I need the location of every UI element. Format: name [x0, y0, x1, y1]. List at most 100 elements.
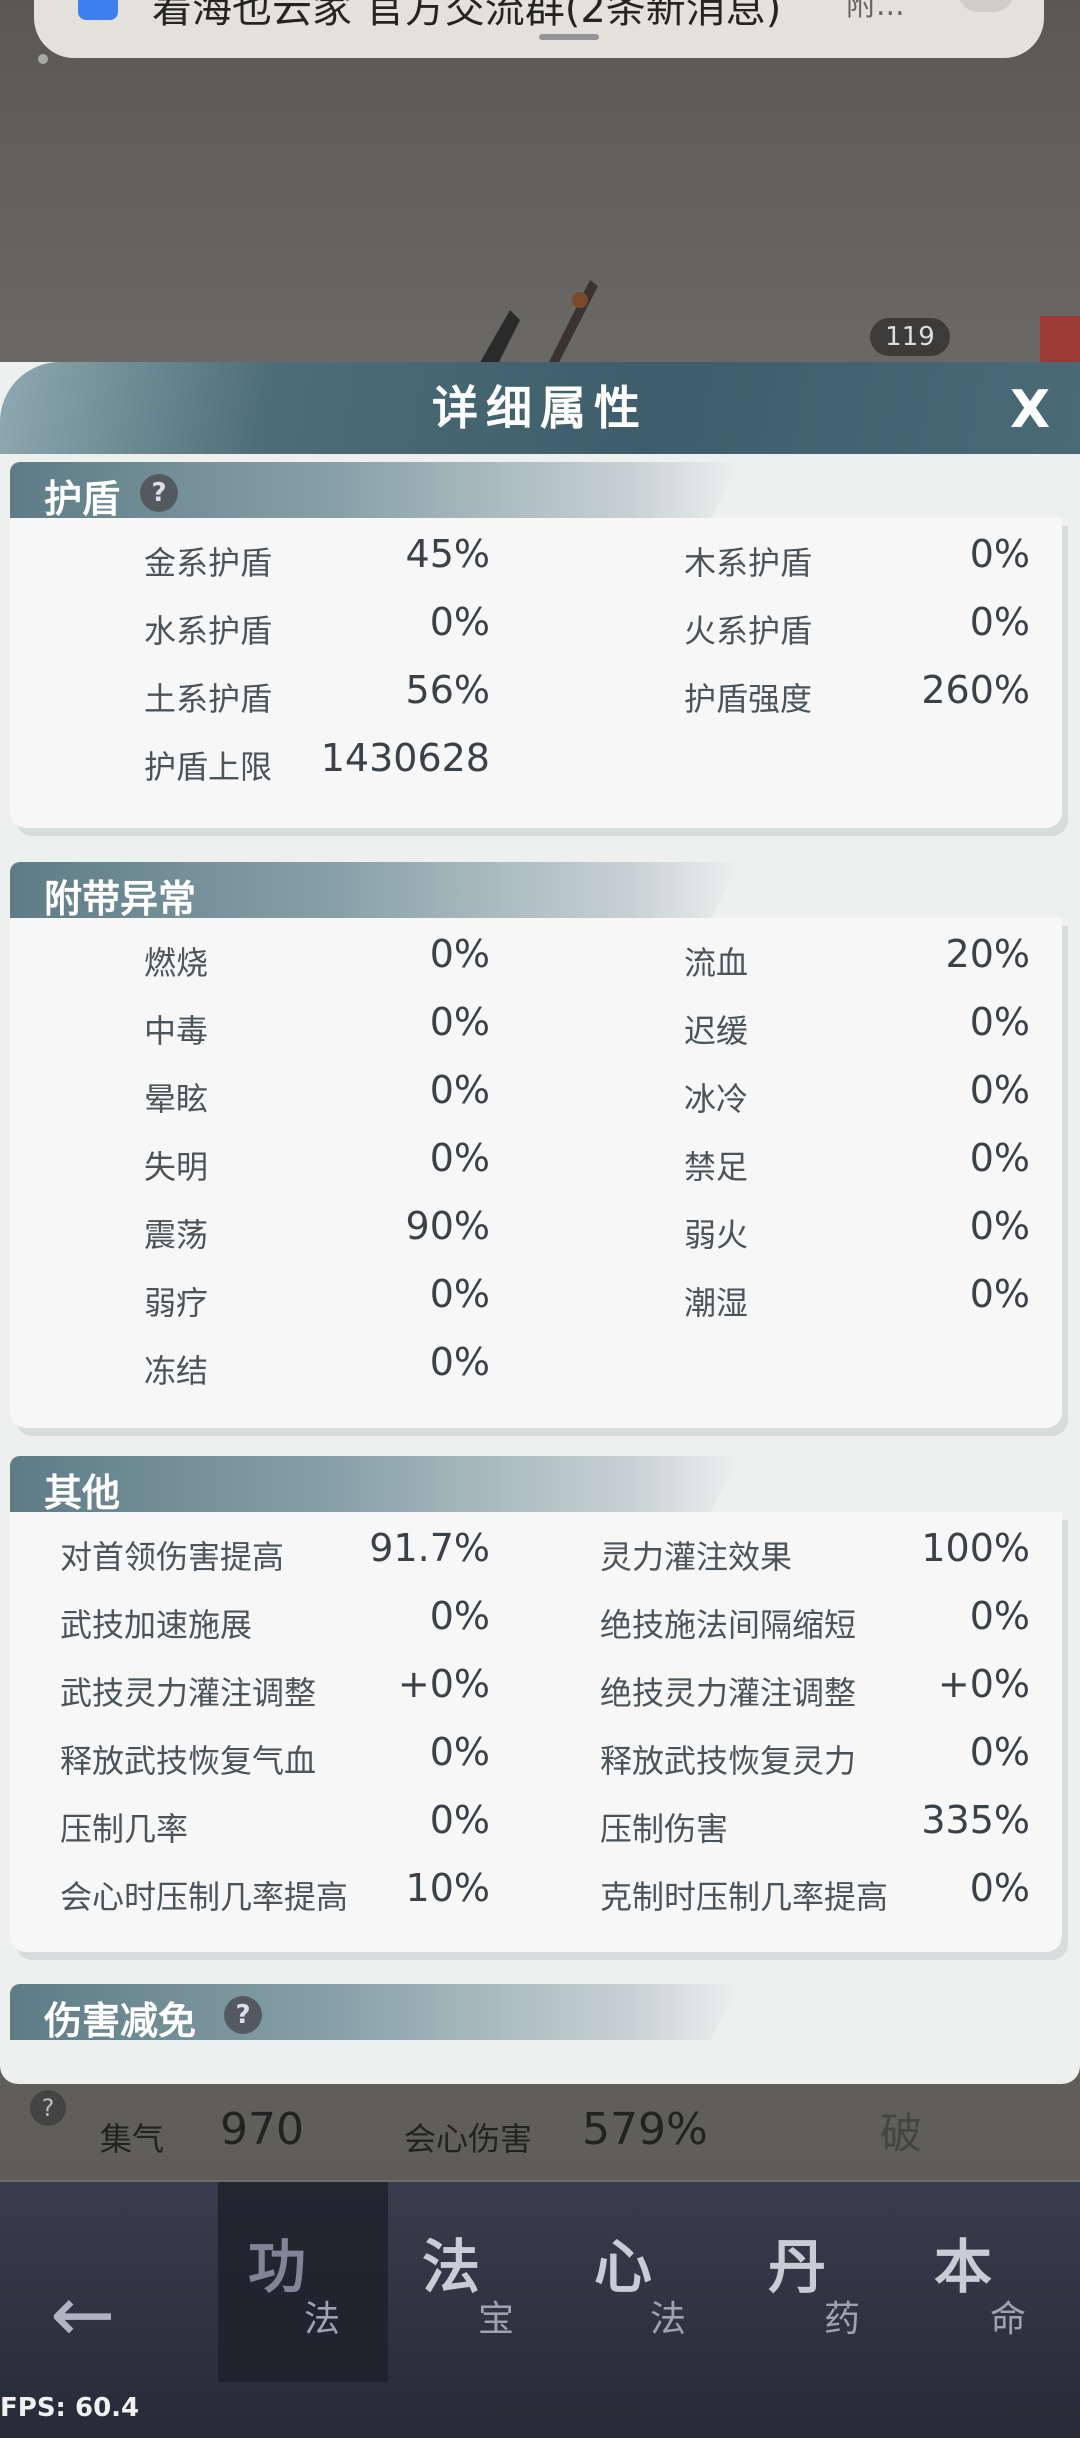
attr-label: 潮湿: [684, 1284, 749, 1322]
attr-value: +0%: [937, 1662, 1030, 1706]
section-body: 金系护盾 45% 木系护盾 0% 水系护盾 0% 火系护盾 0% 土系护盾 56…: [10, 518, 1062, 828]
stat-value-qi: 970: [220, 2104, 304, 2155]
tab-danyao[interactable]: 丹 药: [738, 2182, 908, 2382]
panel-header: 详细属性 X: [0, 362, 1080, 454]
attr-label: 冰冷: [684, 1080, 749, 1118]
attr-label: 迟缓: [684, 1012, 749, 1050]
attr-label: 失明: [144, 1148, 209, 1186]
detail-attributes-panel: 详细属性 X 护盾 ? 金系护盾 45% 木系护盾 0% 水系护盾 0% 火系护…: [0, 362, 1080, 2084]
attr-label: 对首领伤害提高: [60, 1538, 285, 1576]
section-title: 附带异常: [44, 877, 197, 921]
notification-banner[interactable]: 着海也云家 官方交流群(2条新消息) 附...: [34, 0, 1044, 58]
attr-value: 91.7%: [369, 1526, 490, 1570]
stats-peek: ? 集气 970 会心伤害 579% 破: [0, 2070, 1080, 2190]
stat-label-crit-damage: 会心伤害: [404, 2120, 533, 2158]
attr-label: 护盾上限: [144, 748, 273, 786]
stat-label-qi: 集气: [100, 2120, 165, 2158]
tab-gongfa[interactable]: 功 法: [218, 2182, 388, 2382]
attr-label: 金系护盾: [144, 544, 273, 582]
attr-label: 灵力灌注效果: [600, 1538, 793, 1576]
attr-label: 绝技灵力灌注调整: [600, 1674, 857, 1712]
tab-benming[interactable]: 本 命: [904, 2182, 1074, 2382]
help-icon[interactable]: ?: [140, 474, 178, 512]
attr-value: 100%: [921, 1526, 1030, 1570]
level-counter: 119: [870, 318, 950, 356]
attr-value: 0%: [429, 1340, 490, 1384]
section-title: 护盾: [44, 477, 121, 521]
qq-app-icon: [78, 0, 118, 20]
tab-fabao[interactable]: 法 宝: [392, 2182, 562, 2382]
attr-value: 0%: [429, 1136, 490, 1180]
tab-gongfa-small: 法: [304, 2299, 341, 2340]
attr-value: 0%: [429, 1730, 490, 1774]
tab-benming-small: 命: [990, 2299, 1027, 2340]
help-icon[interactable]: ?: [30, 2090, 66, 2126]
tab-xinfa-small: 法: [650, 2299, 687, 2340]
attr-value: 0%: [969, 600, 1030, 644]
attr-value: 0%: [969, 1136, 1030, 1180]
attr-label: 绝技施法间隔缩短: [600, 1606, 857, 1644]
attr-value: 0%: [429, 1798, 490, 1842]
attr-value: 0%: [429, 600, 490, 644]
tab-benming-big: 本: [934, 2233, 993, 2301]
attr-value: 0%: [969, 1594, 1030, 1638]
attr-label: 流血: [684, 944, 749, 982]
close-button[interactable]: X: [1010, 380, 1050, 440]
attr-label: 弱疗: [144, 1284, 209, 1322]
fps-counter: FPS: 60.4: [0, 2393, 140, 2423]
tab-fabao-big: 法: [422, 2233, 481, 2301]
attr-label: 火系护盾: [684, 612, 813, 650]
attr-label: 武技灵力灌注调整: [60, 1674, 317, 1712]
attr-label: 释放武技恢复灵力: [600, 1742, 857, 1780]
attr-label: 护盾强度: [684, 680, 813, 718]
tab-danyao-big: 丹: [768, 2233, 827, 2301]
section-body: 对首领伤害提高 91.7% 灵力灌注效果 100% 武技加速施展 0% 绝技施法…: [10, 1512, 1062, 1952]
notification-more: 附...: [846, 0, 905, 23]
section-title: 其他: [44, 1471, 121, 1515]
attr-label: 冻结: [144, 1352, 209, 1390]
tab-fabao-small: 宝: [478, 2299, 515, 2340]
attr-value: 0%: [969, 1866, 1030, 1910]
attr-label: 武技加速施展: [60, 1606, 253, 1644]
notification-handle[interactable]: [539, 34, 599, 40]
attr-value: 0%: [429, 1272, 490, 1316]
attr-value: +0%: [397, 1662, 490, 1706]
section-title: 伤害减免: [44, 1999, 197, 2043]
attr-value: 0%: [429, 1594, 490, 1638]
attr-value: 90%: [405, 1204, 490, 1248]
stat-value-crit-damage: 579%: [582, 2104, 708, 2155]
attr-value: 1430628: [320, 736, 490, 780]
back-arrow-icon[interactable]: ←: [50, 2270, 115, 2360]
attr-value: 45%: [405, 532, 490, 576]
attr-label: 会心时压制几率提高: [60, 1878, 349, 1916]
attr-label: 木系护盾: [684, 544, 813, 582]
attr-value: 56%: [405, 668, 490, 712]
attr-label: 水系护盾: [144, 612, 273, 650]
attr-value: 0%: [969, 1068, 1030, 1112]
attr-label: 弱火: [684, 1216, 749, 1254]
attr-value: 0%: [969, 1000, 1030, 1044]
attr-label: 晕眩: [144, 1080, 209, 1118]
attr-label: 震荡: [144, 1216, 209, 1254]
attr-label: 土系护盾: [144, 680, 273, 718]
attr-value: 20%: [945, 932, 1030, 976]
breakthrough-button[interactable]: 破: [880, 2100, 922, 2161]
attr-value: 0%: [969, 1730, 1030, 1774]
attr-label: 释放武技恢复气血: [60, 1742, 317, 1780]
attr-value: 0%: [969, 1204, 1030, 1248]
attr-label: 中毒: [144, 1012, 209, 1050]
tab-xinfa-big: 心: [594, 2233, 653, 2301]
attr-value: 335%: [921, 1798, 1030, 1842]
tab-xinfa[interactable]: 心 法: [564, 2182, 734, 2382]
attr-value: 10%: [405, 1866, 490, 1910]
attr-value: 0%: [969, 1272, 1030, 1316]
status-dot: [38, 54, 48, 64]
section-body: 燃烧 0% 流血 20% 中毒 0% 迟缓 0% 晕眩 0% 冰冷 0% 失明 …: [10, 918, 1062, 1428]
attr-label: 压制几率: [60, 1810, 189, 1848]
notification-action-button[interactable]: [958, 0, 1014, 12]
attr-value: 0%: [429, 1000, 490, 1044]
attr-label: 禁足: [684, 1148, 749, 1186]
notification-text: 着海也云家 官方交流群(2条新消息): [152, 0, 782, 32]
help-icon[interactable]: ?: [224, 1996, 262, 2034]
tab-danyao-small: 药: [824, 2299, 861, 2340]
